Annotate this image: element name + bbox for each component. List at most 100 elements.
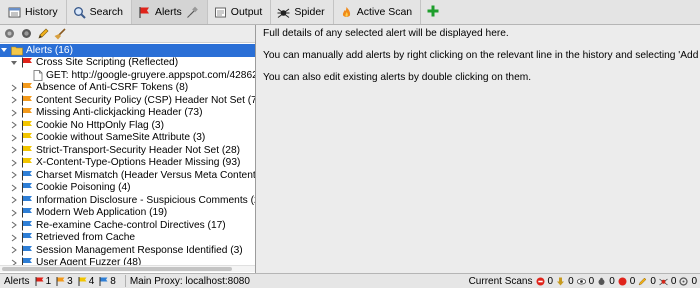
tree-item-label: Content Security Policy (CSP) Header Not… <box>36 94 255 106</box>
tab-spider[interactable]: Spider <box>271 0 334 24</box>
tree-child-request[interactable]: GET: http://google-gruyere.appspot.com/4… <box>33 69 255 82</box>
tree-item-alert[interactable]: Re-examine Cache-control Directives (17) <box>10 219 226 232</box>
collapse-arrow-icon[interactable] <box>10 58 18 68</box>
tree-item-label: Cookie without SameSite Attribute (3) <box>36 132 206 144</box>
tree-item-label: Charset Mismatch (Header Versus Meta Con… <box>36 169 255 181</box>
alerts-flag-icon <box>138 6 151 19</box>
tree-item-alert[interactable]: X-Content-Type-Options Header Missing (9… <box>10 157 240 170</box>
scan-count-value: 0 <box>691 275 697 287</box>
tree-item-alert[interactable]: Information Disclosure - Suspicious Comm… <box>10 194 255 207</box>
status-low-count[interactable]: 4 <box>78 275 95 287</box>
info-risk-flag-icon <box>21 220 33 231</box>
active-scan-icon <box>340 6 353 19</box>
tree-item-label: Absence of Anti-CSRF Tokens (8) <box>36 82 189 94</box>
fuzzer-icon <box>679 276 689 286</box>
filter-disabled-button[interactable] <box>3 28 15 40</box>
add-tab-button[interactable] <box>421 0 445 24</box>
expand-arrow-icon[interactable] <box>10 95 18 105</box>
low-count-value: 4 <box>88 275 95 287</box>
tab-alerts[interactable]: Alerts <box>131 0 208 24</box>
low-risk-flag-icon <box>21 132 33 143</box>
tree-item-label: X-Content-Type-Options Header Missing (9… <box>36 157 241 169</box>
tab-active-scan[interactable]: Active Scan <box>334 0 422 24</box>
low-risk-flag-icon <box>21 120 33 131</box>
tree-item-label: Cookie Poisoning (4) <box>36 182 131 194</box>
status-medium-count[interactable]: 3 <box>56 276 73 287</box>
low-risk-flag-icon <box>78 276 87 286</box>
info-risk-flag-icon <box>21 207 33 218</box>
tab-history-label: History <box>25 6 58 18</box>
expand-arrow-icon[interactable] <box>10 133 18 143</box>
current-scans-label: Current Scans <box>468 275 533 287</box>
expand-arrow-icon[interactable] <box>10 120 18 130</box>
active-scan-stop-icon <box>536 277 545 286</box>
low-risk-flag-icon <box>21 157 33 168</box>
expand-arrow-icon[interactable] <box>10 245 18 255</box>
tree-item-alert[interactable]: Cookie No HttpOnly Flag (3) <box>10 119 164 132</box>
download-arrow-icon <box>556 277 565 286</box>
scan-count-value: 0 <box>568 275 574 287</box>
pin-icon[interactable] <box>186 6 199 19</box>
eye-icon <box>576 277 586 286</box>
tree-item-alert[interactable]: Content Security Policy (CSP) Header Not… <box>10 94 255 107</box>
history-icon <box>8 6 21 19</box>
tree-item-alert[interactable]: Charset Mismatch (Header Versus Meta Con… <box>10 169 255 182</box>
expand-arrow-icon[interactable] <box>10 145 18 155</box>
collapse-arrow-icon[interactable] <box>0 45 8 55</box>
expand-arrow-icon[interactable] <box>10 108 18 118</box>
tree-item-label: Missing Anti-clickjacking Header (73) <box>36 107 203 119</box>
info-risk-flag-icon <box>21 195 33 206</box>
document-icon <box>33 69 43 81</box>
expand-arrow-icon[interactable] <box>10 83 18 93</box>
expand-arrow-icon[interactable] <box>10 170 18 180</box>
expand-arrow-icon[interactable] <box>10 158 18 168</box>
tree-item-label: Re-examine Cache-control Directives (17) <box>36 219 226 231</box>
alerts-tree-panel: Alerts (16) Cross Site Scripting (Reflec… <box>0 25 256 273</box>
tab-search[interactable]: Search <box>67 0 132 24</box>
current-scans-group: Current Scans 0 0 0 0 0 0 0 0 <box>469 276 700 287</box>
main-tab-bar: History Search Alerts Output Spider Acti… <box>0 0 700 25</box>
low-risk-flag-icon <box>21 145 33 156</box>
tree-root-label: Alerts (16) <box>26 44 73 56</box>
expand-arrow-icon[interactable] <box>10 208 18 218</box>
tree-item-alert[interactable]: Cookie Poisoning (4) <box>10 182 131 195</box>
tree-item-alert[interactable]: Cross Site Scripting (Reflected) <box>10 57 178 70</box>
tree-item-alert[interactable]: Absence of Anti-CSRF Tokens (8) <box>10 82 188 95</box>
status-info-count[interactable]: 8 <box>99 276 116 287</box>
tree-item-label: Retrieved from Cache <box>36 232 136 244</box>
medium-risk-flag-icon <box>21 82 33 93</box>
scrollbar-thumb[interactable] <box>2 267 232 271</box>
output-icon <box>214 6 227 19</box>
edit-pencil-button[interactable] <box>37 28 49 40</box>
tree-root-alerts[interactable]: Alerts (16) <box>0 44 255 57</box>
tree-item-alert[interactable]: Modern Web Application (19) <box>10 207 167 220</box>
tree-item-alert[interactable]: Cookie without SameSite Attribute (3) <box>10 132 205 145</box>
clear-broom-button[interactable] <box>54 27 66 40</box>
pencil-icon <box>638 277 647 286</box>
tree-item-label: Information Disclosure - Suspicious Comm… <box>36 194 255 206</box>
status-high-count[interactable]: 1 <box>35 275 52 287</box>
scan-count-value: 0 <box>670 275 677 287</box>
medium-risk-flag-icon <box>21 95 33 106</box>
plus-icon <box>427 5 439 20</box>
horizontal-scrollbar[interactable] <box>0 265 255 272</box>
tab-history[interactable]: History <box>2 0 67 24</box>
folder-icon <box>11 45 23 56</box>
expand-arrow-icon[interactable] <box>10 220 18 230</box>
tree-item-alert[interactable]: Strict-Transport-Security Header Not Set… <box>10 144 240 157</box>
tab-output[interactable]: Output <box>208 0 272 24</box>
expand-arrow-icon[interactable] <box>10 233 18 243</box>
search-icon <box>73 6 86 19</box>
high-count-value: 1 <box>45 275 52 287</box>
details-line-2: You can manually add alerts by right cli… <box>263 50 700 61</box>
expand-arrow-icon[interactable] <box>10 183 18 193</box>
bug-icon <box>597 277 606 286</box>
tree-item-alert[interactable]: Session Management Response Identified (… <box>10 244 243 257</box>
tab-search-label: Search <box>89 6 123 18</box>
status-alerts-label: Alerts <box>4 275 30 287</box>
tree-item-alert[interactable]: Retrieved from Cache <box>10 232 135 245</box>
expand-arrow-icon[interactable] <box>10 195 18 205</box>
scope-disabled-button[interactable] <box>20 28 32 40</box>
tree-item-alert[interactable]: Missing Anti-clickjacking Header (73) <box>10 107 202 120</box>
tab-alerts-label: Alerts <box>154 6 182 18</box>
